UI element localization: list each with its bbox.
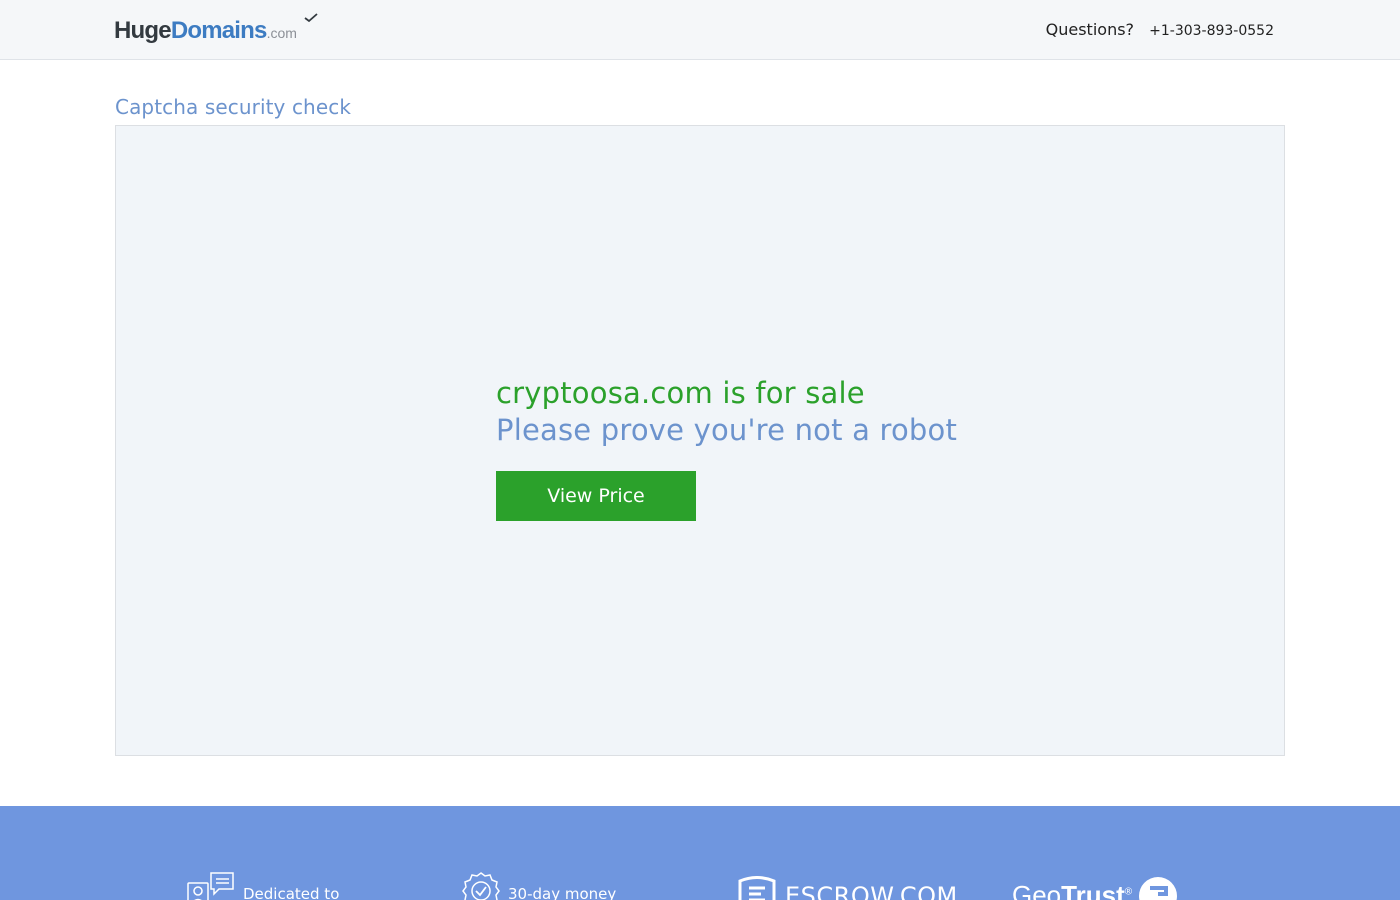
feature-label: Dedicated to	[243, 885, 340, 900]
geotrust-text: GeoTrust®	[1012, 880, 1133, 900]
robot-prompt: Please prove you're not a robot	[496, 413, 958, 447]
escrow-logo: ESCROW.COM	[737, 876, 958, 900]
hugedomains-logo[interactable]: HugeDomains .com	[114, 13, 318, 45]
contact-info: Questions? +1-303-893-0552	[1046, 20, 1274, 39]
logo-huge-text: Huge	[114, 17, 172, 44]
feature-label: 30-day money	[508, 885, 617, 900]
customer-support-icon	[187, 872, 234, 900]
captcha-panel: cryptoosa.com is for sale Please prove y…	[115, 125, 1285, 756]
feature-customer-support: Dedicated to	[187, 872, 339, 900]
site-footer: Dedicated to 30-day money ESCROW.COM Geo…	[0, 806, 1400, 900]
logo-dotcom-text: .com	[266, 25, 297, 41]
site-header: HugeDomains .com Questions? +1-303-893-05…	[0, 0, 1400, 60]
badge-check-icon	[462, 872, 500, 900]
for-sale-heading: cryptoosa.com is for sale	[496, 376, 865, 410]
geotrust-logo: GeoTrust®	[1012, 876, 1180, 900]
feature-money-back: 30-day money	[462, 872, 616, 900]
page-title: Captcha security check	[115, 95, 352, 119]
escrow-shield-icon	[738, 876, 776, 900]
geotrust-seal-icon	[1139, 877, 1178, 900]
logo-check-icon	[304, 13, 318, 23]
escrow-text: ESCROW.COM	[785, 882, 958, 900]
logo-domains-text: Domains	[171, 13, 318, 44]
view-price-button[interactable]: View Price	[496, 471, 696, 521]
questions-label: Questions?	[1045, 20, 1135, 39]
phone-number[interactable]: +1-303-893-0552	[1149, 23, 1274, 39]
